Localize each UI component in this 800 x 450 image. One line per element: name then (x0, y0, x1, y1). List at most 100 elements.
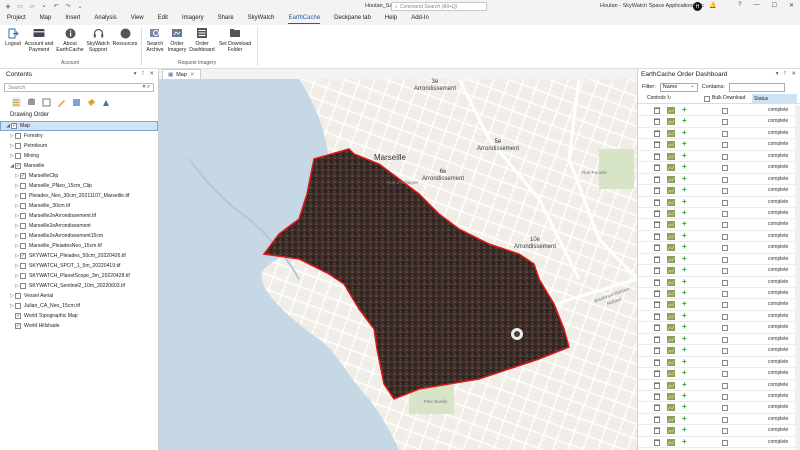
layer-row[interactable]: ▷ Marseille2eArrondissement (0, 221, 158, 231)
add-to-map-icon[interactable]: + (682, 254, 687, 263)
command-search-input[interactable]: ⌕ Command Search (Alt+Q) (391, 2, 487, 11)
tab-imagery[interactable]: Imagery (182, 15, 204, 23)
undo-icon[interactable]: ↶ (52, 3, 60, 11)
add-to-map-icon[interactable]: + (682, 437, 687, 446)
layer-row[interactable]: ▷ SKYWATCH_Sentinel2_10m_20220603.tif (0, 281, 158, 291)
data-source-icon[interactable] (27, 98, 36, 107)
add-to-map-icon[interactable]: + (682, 106, 687, 114)
tab-earthcache[interactable]: EarthCache (288, 15, 320, 24)
bulk-download-checkbox[interactable] (722, 325, 728, 332)
bulk-download-checkbox[interactable] (722, 336, 728, 343)
add-to-map-icon[interactable]: + (682, 426, 687, 434)
bulk-download-checkbox[interactable] (722, 416, 728, 423)
delete-trash-icon[interactable] (654, 256, 660, 263)
preview-image-icon[interactable] (667, 415, 675, 423)
avatar[interactable]: H (693, 2, 702, 11)
bulk-download-checkbox[interactable] (722, 142, 728, 149)
delete-trash-icon[interactable] (654, 359, 660, 366)
delete-trash-icon[interactable] (654, 313, 660, 320)
add-to-map-icon[interactable]: + (682, 163, 687, 171)
layer-visibility-checkbox[interactable]: ✓ (20, 253, 26, 259)
close-pane-icon[interactable]: ✕ (149, 71, 154, 77)
layer-visibility-checkbox[interactable] (20, 223, 26, 229)
preview-image-icon[interactable] (667, 129, 675, 137)
customize-dropdown-icon[interactable]: ⌄ (76, 3, 84, 11)
bulk-download-checkbox[interactable] (722, 382, 728, 389)
tab-deckpane-lab[interactable]: Deckpane lab (334, 15, 371, 23)
map-view[interactable]: ▦ Map ✕ 3e Arrondissement Marseille 5e A… (159, 69, 637, 450)
layer-visibility-checkbox[interactable] (20, 263, 26, 269)
bulk-download-checkbox[interactable] (722, 222, 728, 229)
layer-visibility-checkbox[interactable] (15, 133, 21, 139)
vertical-scrollbar[interactable] (795, 105, 800, 450)
editing-icon[interactable] (57, 98, 66, 107)
layer-visibility-checkbox[interactable] (20, 203, 26, 209)
bulk-download-checkbox[interactable] (722, 188, 728, 195)
delete-trash-icon[interactable] (654, 199, 660, 206)
delete-trash-icon[interactable] (654, 324, 660, 332)
preview-image-icon[interactable] (667, 118, 675, 126)
signed-in-user[interactable]: Houtan - SkyWatch Space Applications Inc (600, 3, 704, 9)
delete-trash-icon[interactable] (654, 290, 660, 297)
delete-trash-icon[interactable] (654, 141, 660, 149)
delete-trash-icon[interactable] (654, 164, 660, 172)
drawing-order-icon[interactable] (12, 98, 21, 107)
bulk-download-checkbox[interactable] (722, 153, 728, 160)
add-to-map-icon[interactable]: + (682, 117, 687, 125)
layer-visibility-checkbox[interactable] (20, 283, 26, 289)
add-to-map-icon[interactable]: + (682, 186, 687, 194)
preview-image-icon[interactable] (667, 381, 675, 389)
labeling-icon[interactable] (87, 98, 96, 107)
tab-skywatch[interactable]: SkyWatch (248, 15, 275, 23)
bulk-download-select-all-checkbox[interactable] (704, 96, 710, 102)
layer-row[interactable]: ▷ SKYWATCH_SPOT_1_5m_20220419.tif (0, 261, 158, 271)
preview-image-icon[interactable] (667, 347, 675, 355)
add-to-map-icon[interactable]: + (682, 311, 687, 320)
add-to-map-icon[interactable]: + (682, 300, 687, 308)
preview-image-icon[interactable] (667, 427, 675, 435)
add-to-map-icon[interactable]: + (682, 151, 687, 160)
preview-image-icon[interactable] (667, 244, 675, 252)
layer-visibility-checkbox[interactable]: ✓ (11, 123, 17, 129)
add-to-map-icon[interactable]: + (682, 231, 687, 240)
add-to-map-icon[interactable]: + (682, 323, 687, 331)
pane-options-icon[interactable]: ▾ (776, 71, 779, 77)
new-project-icon[interactable]: ▭ (16, 3, 24, 11)
delete-trash-icon[interactable] (654, 370, 660, 377)
layer-row[interactable]: ▷ ✓ MarseilleClip (0, 171, 158, 181)
bulk-download-checkbox[interactable] (722, 210, 728, 217)
add-to-map-icon[interactable]: + (682, 128, 687, 137)
delete-trash-icon[interactable] (654, 267, 660, 275)
bulk-download-checkbox[interactable] (722, 313, 728, 320)
add-to-map-icon[interactable]: + (682, 140, 687, 148)
bulk-download-checkbox[interactable] (722, 119, 728, 126)
delete-trash-icon[interactable] (654, 153, 660, 160)
bulk-download-checkbox[interactable] (722, 233, 728, 240)
bulk-download-checkbox[interactable] (722, 291, 728, 297)
delete-trash-icon[interactable] (654, 439, 660, 446)
preview-image-icon[interactable] (667, 404, 675, 412)
layer-visibility-checkbox[interactable] (20, 273, 26, 279)
add-to-map-icon[interactable]: + (682, 334, 687, 343)
delete-trash-icon[interactable] (654, 176, 660, 183)
skywatch-support-button[interactable]: SkyWatch Support (85, 27, 111, 53)
preview-image-icon[interactable] (667, 438, 675, 446)
add-to-map-icon[interactable]: + (682, 414, 687, 423)
bulk-download-checkbox[interactable] (722, 405, 728, 412)
layer-visibility-checkbox[interactable] (20, 213, 26, 219)
bulk-download-checkbox[interactable] (722, 268, 728, 275)
preview-image-icon[interactable] (667, 312, 675, 320)
layer-row[interactable]: ✓ World Topographic Map (0, 311, 158, 321)
add-to-map-icon[interactable]: + (682, 380, 687, 389)
add-to-map-icon[interactable]: + (682, 391, 687, 400)
delete-trash-icon[interactable] (654, 187, 660, 194)
add-to-map-icon[interactable]: + (682, 289, 687, 297)
layer-visibility-checkbox[interactable]: ✓ (15, 163, 21, 169)
notification-bell-icon[interactable]: 🔔 (709, 2, 716, 9)
set-download-folder-button[interactable]: Set Download Folder (216, 27, 254, 53)
layer-visibility-checkbox[interactable] (15, 143, 21, 149)
bulk-download-checkbox[interactable] (722, 256, 728, 263)
add-to-map-icon[interactable]: + (682, 220, 687, 228)
tab-analysis[interactable]: Analysis (94, 15, 116, 23)
layer-visibility-checkbox[interactable] (15, 153, 21, 159)
